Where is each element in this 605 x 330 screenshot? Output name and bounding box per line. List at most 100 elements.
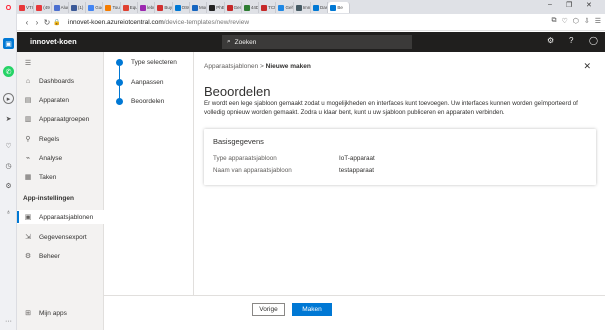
nav-item-admin[interactable]: ⚙ Beheer — [17, 249, 104, 263]
easy-setup-icon[interactable]: ☰ — [595, 17, 601, 25]
browser-tab[interactable]: Goo — [86, 2, 104, 13]
browser-tab[interactable]: PhE — [207, 2, 225, 13]
bulb-icon[interactable]: ♁ — [3, 207, 14, 218]
tab-favicon-icon — [105, 4, 112, 11]
tab-label: TCN — [268, 5, 275, 10]
browser-tab[interactable]: Mon — [190, 2, 208, 13]
browser-tab[interactable]: (49 — [34, 2, 52, 13]
opera-logo-icon[interactable]: O — [3, 3, 14, 14]
player-icon[interactable]: ▸ — [3, 93, 14, 104]
step-dot — [116, 98, 123, 105]
url-field[interactable]: innovet-koen.azureiotcentral.com/device-… — [68, 19, 249, 26]
tab-label: PhE — [216, 5, 225, 10]
history-icon[interactable]: ◷ — [3, 160, 14, 171]
workspace-icon[interactable]: ▣ — [3, 38, 14, 49]
tab-favicon-icon — [313, 4, 320, 11]
nav-label: Gegevensexport — [39, 233, 87, 241]
browser-tab[interactable]: (1) F — [69, 2, 87, 13]
tab-label: Alun — [60, 5, 69, 10]
tab-label: Geh — [285, 5, 294, 10]
maximize-icon[interactable]: ❐ — [566, 1, 572, 9]
app-title[interactable]: innovet-koen — [30, 37, 77, 46]
device-groups-icon: ▥ — [24, 116, 32, 123]
browser-tab[interactable]: OSC — [173, 2, 190, 13]
basic-info-card: Basisgegevens Type apparaatsjabloon IoT-… — [204, 129, 596, 185]
hamburger-button[interactable]: ☰ — [17, 56, 104, 70]
nav-label: Analyse — [39, 154, 63, 162]
browser-tab[interactable]: Imn — [294, 2, 312, 13]
browser-tab[interactable]: TCN — [259, 2, 277, 13]
admin-icon: ⚙ — [24, 253, 32, 260]
help-icon[interactable]: ? — [569, 36, 573, 45]
close-window-icon[interactable]: ✕ — [586, 1, 592, 9]
forward-icon[interactable]: › — [32, 18, 42, 27]
tab-favicon-icon — [209, 4, 216, 11]
tab-favicon-icon — [226, 4, 233, 11]
breadcrumb: Apparaatsjablonen > Nieuwe maken — [204, 63, 311, 70]
browser-tab[interactable]: Equ — [121, 2, 139, 13]
tab-label: (1) F — [77, 5, 85, 10]
template-name-value: testapparaat — [339, 167, 375, 174]
tab-label: Buy — [164, 5, 173, 10]
settings-icon[interactable]: ⚙ — [3, 180, 14, 191]
previous-button[interactable]: Vorige — [252, 303, 285, 316]
nav-label: Apparaten — [39, 96, 69, 104]
nav-item-data-export[interactable]: ⇲ Gegevensexport — [17, 230, 104, 244]
heart-fav-icon[interactable]: ♡ — [561, 17, 567, 25]
download-icon[interactable]: ⇩ — [584, 17, 590, 25]
close-icon[interactable]: ✕ — [583, 61, 591, 72]
tab-label: VTI — [26, 5, 34, 10]
nav-item-device-groups[interactable]: ▥ Apparaatgroepen — [17, 112, 104, 126]
step-customize[interactable]: Aanpassen — [116, 79, 164, 86]
nav-label: Beheer — [39, 252, 60, 260]
nav-item-dashboards[interactable]: ⌂ Dashboards — [17, 74, 104, 88]
nav-item-device-templates[interactable]: ▣ Apparaatsjablonen — [17, 210, 104, 224]
browser-tab[interactable]: lebu — [138, 2, 156, 13]
nav-item-analytics[interactable]: ⌁ Analyse — [17, 151, 104, 165]
create-button[interactable]: Maken — [292, 303, 332, 316]
step-review[interactable]: Beoordelen — [116, 98, 164, 105]
browser-tab[interactable]: Geh — [276, 2, 294, 13]
tab-favicon-icon — [88, 4, 95, 11]
reload-icon[interactable]: ↻ — [42, 18, 52, 27]
nav-item-rules[interactable]: ⚲ Regels — [17, 132, 104, 146]
hamburger-icon: ☰ — [24, 60, 32, 67]
tab-label: Dasl — [320, 5, 329, 10]
search-input[interactable]: ⌕ Zoeken — [222, 35, 412, 49]
settings-gear-icon[interactable]: ⚙ — [547, 36, 554, 45]
back-icon[interactable]: ‹ — [22, 18, 32, 27]
tab-favicon-icon — [157, 4, 164, 11]
nav-label: Taken — [39, 173, 57, 181]
breadcrumb-parent[interactable]: Apparaatsjablonen — [204, 63, 258, 70]
export-icon: ⇲ — [25, 234, 31, 241]
more-icon[interactable]: ··· — [3, 316, 14, 327]
browser-tab[interactable]: Buy — [155, 2, 173, 13]
browser-tab[interactable]: Toun — [103, 2, 121, 13]
account-icon[interactable]: ◯ — [589, 36, 598, 45]
browser-tab[interactable]: Dasl — [311, 2, 329, 13]
browser-tab[interactable]: Be — [328, 2, 351, 13]
heart-icon[interactable]: ♡ — [3, 140, 14, 151]
snapshot-icon[interactable]: ⧉ — [551, 17, 556, 25]
tab-favicon-icon — [261, 4, 268, 11]
extensions-icon[interactable]: ⬡ — [573, 17, 579, 25]
nav-item-jobs[interactable]: ▦ Taken — [17, 170, 104, 184]
minimize-icon[interactable]: – — [548, 1, 552, 8]
address-bar: ‹ › ↻ 🔒 innovet-koen.azureiotcentral.com… — [17, 14, 605, 31]
page-description: Er wordt een lege sjabloon gemaakt zodat… — [204, 100, 578, 116]
browser-tab[interactable]: VTI — [17, 2, 35, 13]
step-select-type[interactable]: Type selecteren — [116, 59, 177, 66]
browser-tab-strip: VTI (49 Alun (1) F Goo Toun Equ lebu Buy OSC Mon Ph… — [17, 0, 605, 14]
whatsapp-icon[interactable]: ✆ — [3, 66, 14, 77]
send-icon[interactable]: ➤ — [3, 113, 14, 124]
browser-tab[interactable]: 44D — [242, 2, 260, 13]
browser-tab[interactable]: Gen — [225, 2, 242, 13]
app-header: innovet-koen ⌕ Zoeken ⚙ ? ◯ — [17, 32, 605, 52]
tab-favicon-icon — [174, 4, 181, 11]
devices-icon: ▤ — [24, 97, 32, 104]
nav-item-my-apps[interactable]: ⊞ Mijn apps — [17, 306, 104, 320]
browser-tab[interactable]: Alun — [52, 2, 69, 13]
template-type-value: IoT-apparaat — [339, 155, 375, 162]
lock-icon: 🔒 — [53, 19, 61, 26]
nav-item-devices[interactable]: ▤ Apparaten — [17, 93, 104, 107]
